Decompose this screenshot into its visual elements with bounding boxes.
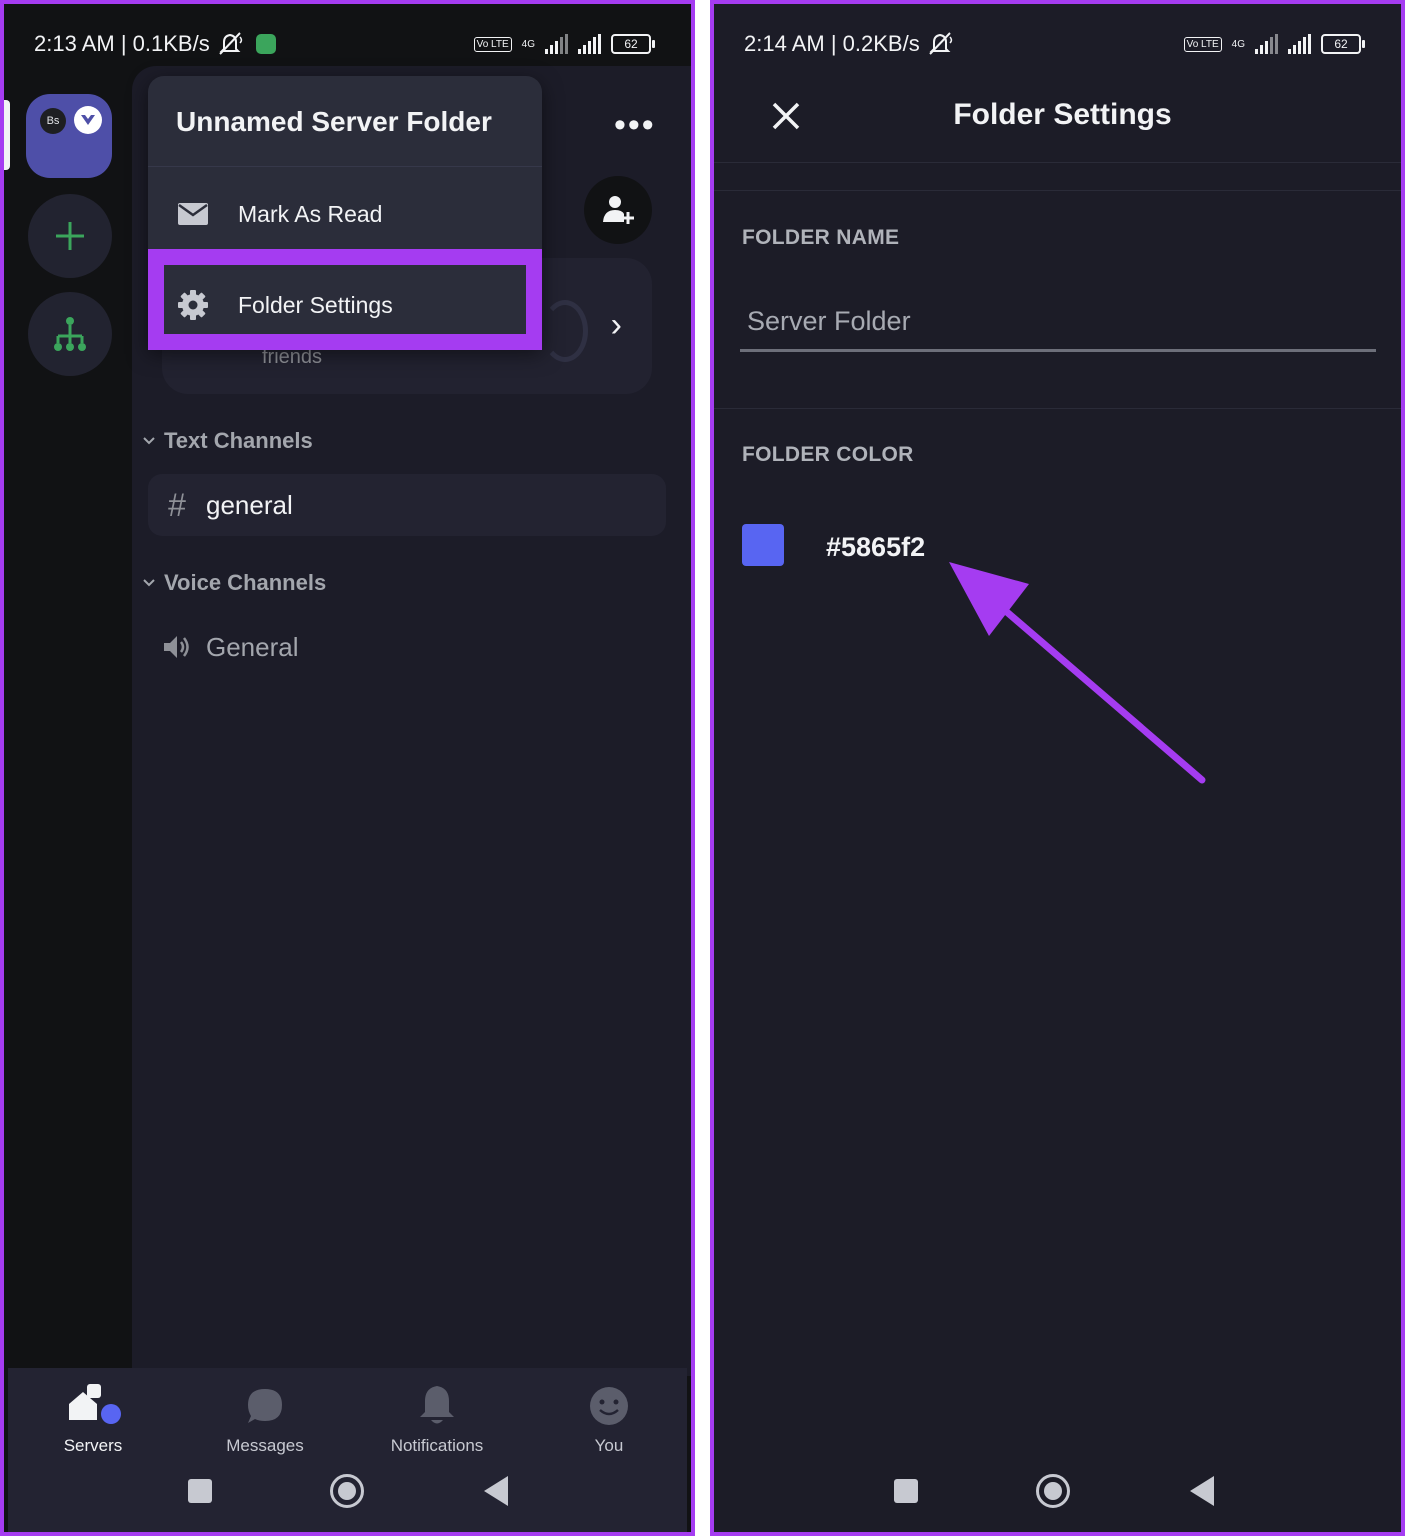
hash-icon: #: [168, 486, 186, 523]
volte-icon: Vo LTE: [473, 36, 512, 52]
server-icon-valorant: [74, 106, 102, 134]
right-screenshot: 2:14 AM | 0.2KB/s Vo LTE 4G 62 Folder Se…: [710, 0, 1405, 1536]
home-button[interactable]: [1036, 1474, 1070, 1508]
channel-name: General: [206, 631, 299, 662]
home-button[interactable]: [330, 1474, 364, 1508]
more-options-icon[interactable]: •••: [614, 106, 656, 145]
battery-icon: 62: [611, 34, 655, 54]
mark-as-read-label: Mark As Read: [238, 200, 383, 227]
plus-icon: [56, 222, 84, 250]
server-folder-button[interactable]: Bs: [26, 94, 112, 178]
hierarchy-icon: [54, 317, 86, 351]
speaker-icon: [164, 636, 189, 658]
divider: [714, 190, 1401, 191]
menu-divider: [148, 166, 542, 167]
category-text-channels[interactable]: Text Channels: [142, 428, 313, 454]
status-time: 2:13 AM | 0.1KB/s: [34, 31, 210, 56]
tab-messages[interactable]: Messages: [180, 1382, 350, 1456]
signal-icon: [578, 34, 601, 54]
signal-icon: [1255, 34, 1278, 54]
folder-name-input[interactable]: Server Folder: [740, 292, 1376, 352]
menu-title: Unnamed Server Folder: [176, 106, 492, 137]
progress-ring: [542, 300, 588, 362]
channel-general-voice[interactable]: General: [148, 616, 666, 678]
category-voice-channels[interactable]: Voice Channels: [142, 570, 326, 596]
envelope-icon: [178, 203, 208, 225]
back-button[interactable]: [484, 1476, 508, 1506]
network-type: 4G: [521, 38, 535, 50]
status-time: 2:14 AM | 0.2KB/s: [744, 31, 920, 56]
recents-button[interactable]: [188, 1479, 212, 1503]
mute-icon: [928, 32, 952, 55]
highlight-box: [148, 249, 542, 350]
tab-servers[interactable]: Servers: [8, 1382, 178, 1456]
divider: [714, 162, 1401, 163]
volte-icon: Vo LTE: [1183, 36, 1222, 52]
recents-button[interactable]: [894, 1479, 918, 1503]
folder-color-label: FOLDER COLOR: [742, 443, 914, 466]
channel-general-text[interactable]: # general: [148, 474, 666, 536]
mark-as-read-item[interactable]: Mark As Read: [148, 174, 542, 254]
signal-icon: [1288, 34, 1311, 54]
invite-button[interactable]: [584, 176, 652, 244]
battery-icon: 62: [1321, 34, 1365, 54]
channel-name: general: [206, 489, 293, 520]
page-title: Folder Settings: [953, 98, 1172, 131]
chevron-down-icon: [143, 437, 155, 445]
chevron-down-icon: [143, 579, 155, 587]
signal-icon: [545, 34, 568, 54]
tab-you[interactable]: You: [524, 1382, 691, 1456]
tab-notifications[interactable]: Notifications: [352, 1382, 522, 1456]
selected-indicator: [4, 100, 10, 170]
server-icon-bs: Bs: [40, 108, 66, 134]
divider: [714, 408, 1401, 409]
chevron-right-icon: ›: [610, 306, 622, 344]
discover-servers-button[interactable]: [28, 292, 112, 376]
back-button[interactable]: [1190, 1476, 1214, 1506]
color-swatch[interactable]: [742, 524, 784, 566]
add-person-icon: [603, 196, 634, 224]
status-bar: 2:13 AM | 0.1KB/s Vo LTE 4G 62: [34, 28, 655, 60]
chat-bubble-icon: [248, 1389, 282, 1423]
status-bar: 2:14 AM | 0.2KB/s Vo LTE 4G 62: [744, 28, 1365, 60]
smiley-icon: [590, 1387, 628, 1425]
network-type: 4G: [1231, 38, 1245, 50]
app-notification-icon: [255, 34, 276, 54]
folder-name-label: FOLDER NAME: [742, 226, 900, 249]
mute-icon: [218, 32, 242, 55]
servers-icon: [69, 1384, 121, 1424]
left-screenshot: 2:13 AM | 0.1KB/s Vo LTE 4G 62 Bs ••• fr…: [0, 0, 695, 1536]
color-hex-value[interactable]: #5865f2: [826, 532, 925, 563]
add-server-button[interactable]: [28, 194, 112, 278]
bell-icon: [420, 1386, 454, 1424]
annotation-arrow: [949, 562, 1206, 784]
bottom-navigation: Servers Messages Notifications You: [8, 1368, 687, 1532]
